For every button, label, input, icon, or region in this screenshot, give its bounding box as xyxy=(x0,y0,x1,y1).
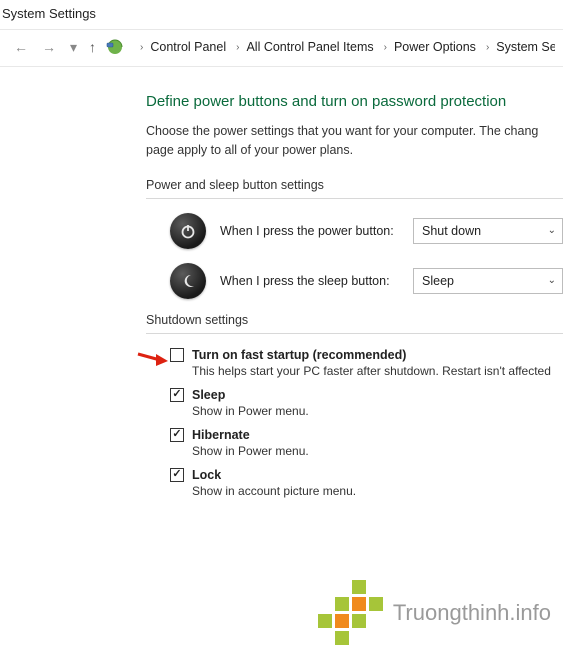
breadcrumb-item[interactable]: Power Options xyxy=(394,40,476,54)
watermark-text: Truongthinh.info xyxy=(393,600,551,626)
section-shutdown-label: Shutdown settings xyxy=(146,313,563,327)
chevron-right-icon: › xyxy=(140,42,143,53)
chevron-right-icon: › xyxy=(384,42,387,53)
checkbox-input[interactable] xyxy=(170,348,184,362)
sleep-icon xyxy=(170,263,206,299)
dropdown-value: Sleep xyxy=(422,274,454,288)
checkbox-description: Show in Power menu. xyxy=(192,404,563,418)
section-power-sleep-label: Power and sleep button settings xyxy=(146,178,563,192)
divider xyxy=(146,198,563,199)
nav-recent-icon[interactable]: ▾ xyxy=(68,39,79,56)
checkbox-label: Lock xyxy=(192,468,221,482)
control-panel-icon xyxy=(106,38,124,56)
breadcrumb-item[interactable]: Control Panel xyxy=(150,40,226,54)
checkbox-input[interactable] xyxy=(170,388,184,402)
breadcrumb-item[interactable]: System Settin xyxy=(496,40,555,54)
nav-up-icon[interactable]: ↑ xyxy=(89,39,96,55)
sleep-button-row: When I press the sleep button: Sleep ⌄ xyxy=(170,263,563,299)
page-description: Choose the power settings that you want … xyxy=(146,122,563,160)
checkbox-input[interactable] xyxy=(170,468,184,482)
window-title: System Settings xyxy=(0,0,563,30)
nav-forward-icon[interactable]: → xyxy=(40,39,58,55)
divider xyxy=(146,333,563,334)
checkbox-label: Turn on fast startup (recommended) xyxy=(192,348,406,362)
chevron-right-icon: › xyxy=(236,42,239,53)
chevron-down-icon: ⌄ xyxy=(548,275,556,286)
power-button-dropdown[interactable]: Shut down ⌄ xyxy=(413,218,563,244)
checkbox-label: Sleep xyxy=(192,388,225,402)
watermark-logo-icon xyxy=(318,580,383,645)
sleep-button-label: When I press the sleep button: xyxy=(220,274,399,288)
checkbox-description: This helps start your PC faster after sh… xyxy=(192,364,563,378)
nav-bar: ← → ▾ ↑ › Control Panel › All Control Pa… xyxy=(0,30,563,67)
checkbox-label: Hibernate xyxy=(192,428,250,442)
power-button-label: When I press the power button: xyxy=(220,224,399,238)
watermark: Truongthinh.info xyxy=(318,580,551,645)
highlight-arrow-icon xyxy=(136,350,168,368)
nav-back-icon[interactable]: ← xyxy=(12,39,30,55)
checkbox-description: Show in account picture menu. xyxy=(192,484,563,498)
main-content: Define power buttons and turn on passwor… xyxy=(0,67,563,498)
checkbox-hibernate: Hibernate Show in Power menu. xyxy=(170,428,563,458)
breadcrumb-item[interactable]: All Control Panel Items xyxy=(246,40,373,54)
breadcrumb: › Control Panel › All Control Panel Item… xyxy=(134,40,555,54)
checkbox-lock: Lock Show in account picture menu. xyxy=(170,468,563,498)
chevron-right-icon: › xyxy=(486,42,489,53)
dropdown-value: Shut down xyxy=(422,224,481,238)
checkbox-description: Show in Power menu. xyxy=(192,444,563,458)
power-button-row: When I press the power button: Shut down… xyxy=(170,213,563,249)
checkbox-input[interactable] xyxy=(170,428,184,442)
power-icon xyxy=(170,213,206,249)
checkbox-sleep: Sleep Show in Power menu. xyxy=(170,388,563,418)
sleep-button-dropdown[interactable]: Sleep ⌄ xyxy=(413,268,563,294)
checkbox-fast-startup: Turn on fast startup (recommended) This … xyxy=(170,348,563,378)
chevron-down-icon: ⌄ xyxy=(548,225,556,236)
page-heading: Define power buttons and turn on passwor… xyxy=(146,93,563,110)
